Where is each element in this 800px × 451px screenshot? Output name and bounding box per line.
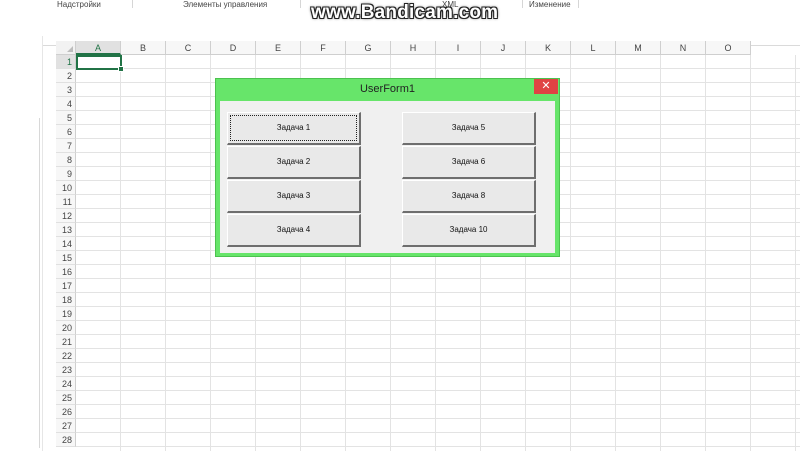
task-10-button[interactable]: Задача 10 (402, 214, 536, 247)
ribbon-separator (578, 0, 579, 8)
task-5-button[interactable]: Задача 5 (402, 112, 536, 145)
userform-title: UserForm1 (359, 83, 415, 95)
button-label: Задача 10 (449, 225, 488, 234)
column-header-e[interactable]: E (256, 41, 301, 55)
row-header-11[interactable]: 11 (56, 195, 76, 209)
row-header-28[interactable]: 28 (56, 433, 76, 447)
task-6-button[interactable]: Задача 6 (402, 146, 536, 179)
column-header-a[interactable]: A (76, 41, 121, 55)
userform-window: UserForm1 ✕ Задача 1 Задача 2 Задача 3 З… (215, 78, 560, 257)
row-header-8[interactable]: 8 (56, 153, 76, 167)
column-header-j[interactable]: J (481, 41, 526, 55)
task-4-button[interactable]: Задача 4 (227, 214, 361, 247)
column-header-f[interactable]: F (301, 41, 346, 55)
task-3-button[interactable]: Задача 3 (227, 180, 361, 213)
row-header-16[interactable]: 16 (56, 265, 76, 279)
ribbon-separator (300, 0, 301, 8)
row-header-18[interactable]: 18 (56, 293, 76, 307)
row-headers: 1 2 3 4 5 6 7 8 9 10 11 12 13 14 15 16 17 18 19 20 21 22 23 24 2… (56, 55, 76, 447)
row-header-5[interactable]: 5 (56, 111, 76, 125)
bandicam-watermark: www.Bandicam.com (311, 2, 499, 23)
task-1-button[interactable]: Задача 1 (227, 112, 361, 145)
button-label: Задача 3 (276, 191, 311, 200)
row-header-22[interactable]: 22 (56, 349, 76, 363)
row-header-27[interactable]: 27 (56, 419, 76, 433)
column-header-m[interactable]: M (616, 41, 661, 55)
button-label: Задача 1 (276, 123, 311, 132)
row-header-25[interactable]: 25 (56, 391, 76, 405)
ribbon-group-addins: Надстройки (57, 0, 101, 9)
button-label: Задача 4 (276, 225, 311, 234)
ribbon-group-controls: Элементы управления (183, 0, 268, 9)
row-header-6[interactable]: 6 (56, 125, 76, 139)
button-label: Задача 6 (451, 157, 486, 166)
column-header-i[interactable]: I (436, 41, 481, 55)
row-header-15[interactable]: 15 (56, 251, 76, 265)
button-label: Задача 8 (451, 191, 486, 200)
row-header-26[interactable]: 26 (56, 405, 76, 419)
column-header-l[interactable]: L (571, 41, 616, 55)
row-header-20[interactable]: 20 (56, 321, 76, 335)
ribbon-separator (522, 0, 523, 8)
row-header-9[interactable]: 9 (56, 167, 76, 181)
column-header-b[interactable]: B (121, 41, 166, 55)
column-header-n[interactable]: N (661, 41, 706, 55)
active-cell-a1[interactable] (76, 55, 124, 72)
column-header-g[interactable]: G (346, 41, 391, 55)
column-header-c[interactable]: C (166, 41, 211, 55)
column-header-d[interactable]: D (211, 41, 256, 55)
column-headers: ABCDEFGHIJKLMNO (76, 41, 751, 55)
row-header-3[interactable]: 3 (56, 83, 76, 97)
row-header-13[interactable]: 13 (56, 223, 76, 237)
row-header-14[interactable]: 14 (56, 237, 76, 251)
row-header-19[interactable]: 19 (56, 307, 76, 321)
row-header-21[interactable]: 21 (56, 335, 76, 349)
row-header-10[interactable]: 10 (56, 181, 76, 195)
ribbon-separator (132, 0, 133, 8)
ribbon-group-changes: Изменение (529, 0, 571, 9)
column-header-k[interactable]: K (526, 41, 571, 55)
panel-divider (39, 118, 43, 448)
column-header-h[interactable]: H (391, 41, 436, 55)
button-label: Задача 5 (451, 123, 486, 132)
column-header-o[interactable]: O (706, 41, 751, 55)
row-header-23[interactable]: 23 (56, 363, 76, 377)
left-panel (0, 36, 43, 451)
task-2-button[interactable]: Задача 2 (227, 146, 361, 179)
select-all-corner[interactable] (56, 41, 76, 55)
row-header-12[interactable]: 12 (56, 209, 76, 223)
userform-client-area: Задача 1 Задача 2 Задача 3 Задача 4 Зада… (220, 101, 555, 253)
close-icon[interactable]: ✕ (534, 79, 558, 94)
row-header-17[interactable]: 17 (56, 279, 76, 293)
button-label: Задача 2 (276, 157, 311, 166)
row-header-7[interactable]: 7 (56, 139, 76, 153)
task-8-button[interactable]: Задача 8 (402, 180, 536, 213)
row-header-24[interactable]: 24 (56, 377, 76, 391)
row-header-2[interactable]: 2 (56, 69, 76, 83)
row-header-1[interactable]: 1 (56, 55, 76, 69)
row-header-4[interactable]: 4 (56, 97, 76, 111)
